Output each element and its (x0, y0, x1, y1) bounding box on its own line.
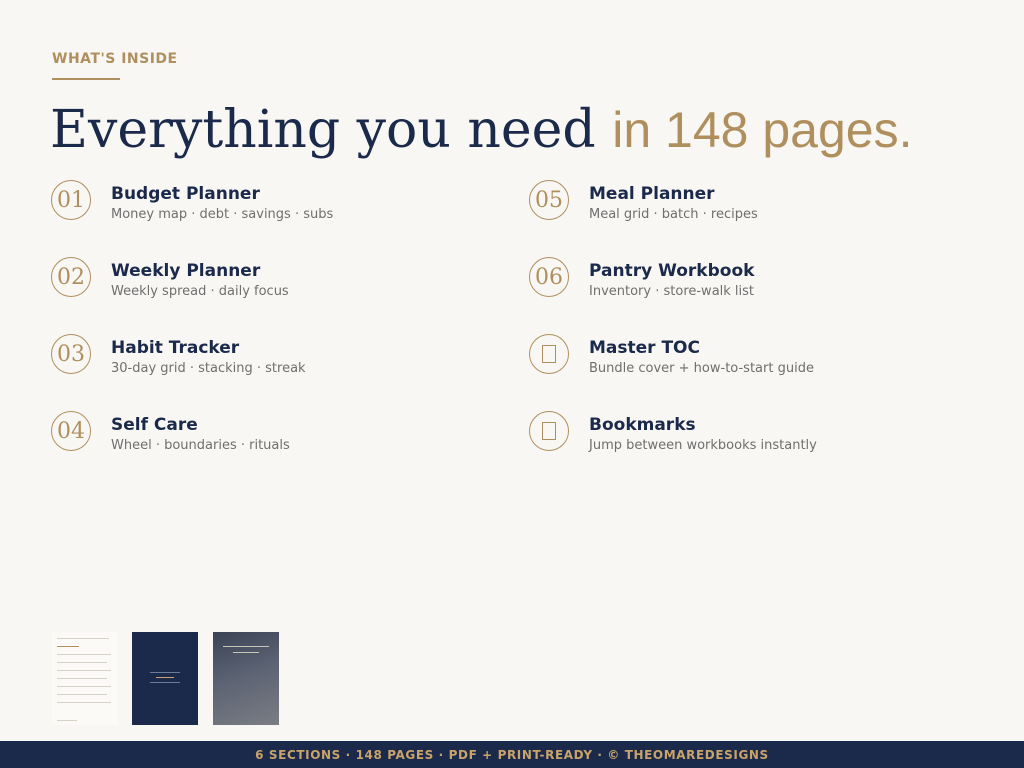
headline-main: Everything you need (50, 100, 596, 160)
section-subtitle: Weekly spread · daily focus (111, 284, 289, 299)
thumbnail-table-of-contents (52, 632, 118, 725)
section-subtitle: Money map · debt · savings · subs (111, 207, 334, 222)
section-title: Bookmarks (589, 415, 696, 435)
section-subtitle: Inventory · store-walk list (589, 284, 755, 299)
section-item-meal-planner: 05 Meal Planner Meal grid · batch · reci… (529, 178, 949, 226)
section-item-habit-tracker: 03 Habit Tracker 30-day grid · stacking … (51, 332, 471, 380)
page-headline: Everything you need in 148 pages. (50, 98, 912, 162)
section-title: Meal Planner (589, 184, 715, 204)
section-subtitle: Bundle cover + how-to-start guide (589, 361, 814, 376)
headline-accent: in 148 pages. (612, 102, 913, 158)
section-title: Budget Planner (111, 184, 260, 204)
section-title: Self Care (111, 415, 198, 435)
section-item-weekly-planner: 02 Weekly Planner Weekly spread · daily … (51, 255, 471, 303)
footer-bar: 6 SECTIONS · 148 PAGES · PDF + PRINT-REA… (0, 741, 1024, 768)
contents-grid: 01 Budget Planner Money map · debt · sav… (51, 178, 971, 478)
section-subtitle: Jump between workbooks instantly (589, 438, 817, 453)
section-number-badge: 01 (51, 180, 91, 220)
section-item-self-care: 04 Self Care Wheel · boundaries · ritual… (51, 409, 471, 457)
thumbnail-photo-cover (213, 632, 279, 725)
section-number-badge: 05 (529, 180, 569, 220)
section-number-badge: 06 (529, 257, 569, 297)
section-item-master-toc: Master TOC Bundle cover + how-to-start g… (529, 332, 949, 380)
section-subtitle: 30-day grid · stacking · streak (111, 361, 306, 376)
section-subtitle: Meal grid · batch · recipes (589, 207, 758, 222)
section-eyebrow: WHAT'S INSIDE (52, 51, 178, 67)
footer-text: 6 SECTIONS · 148 PAGES · PDF + PRINT-REA… (255, 747, 769, 762)
section-title: Pantry Workbook (589, 261, 755, 281)
section-item-pantry-workbook: 06 Pantry Workbook Inventory · store-wal… (529, 255, 949, 303)
section-title: Habit Tracker (111, 338, 240, 358)
thumbnail-navy-cover (132, 632, 198, 725)
section-number-badge: 02 (51, 257, 91, 297)
section-number-badge: 04 (51, 411, 91, 451)
book-icon (529, 334, 569, 374)
bookmark-icon (529, 411, 569, 451)
eyebrow-underline (52, 78, 120, 80)
section-title: Weekly Planner (111, 261, 261, 281)
section-title: Master TOC (589, 338, 700, 358)
section-item-bookmarks: Bookmarks Jump between workbooks instant… (529, 409, 949, 457)
section-number-badge: 03 (51, 334, 91, 374)
section-subtitle: Wheel · boundaries · rituals (111, 438, 290, 453)
section-item-budget-planner: 01 Budget Planner Money map · debt · sav… (51, 178, 471, 226)
